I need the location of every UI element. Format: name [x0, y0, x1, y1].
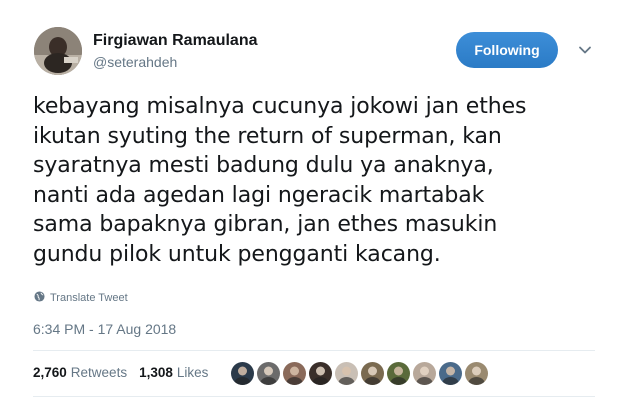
author-avatar-image — [34, 27, 82, 75]
liker-avatar[interactable] — [309, 362, 332, 385]
liker-avatar[interactable] — [283, 362, 306, 385]
retweets-count: 2,760 — [33, 365, 67, 380]
likes-count: 1,308 — [139, 365, 173, 380]
retweets-label: Retweets — [70, 365, 128, 380]
tweet-card: Firgiawan Ramaulana @seterahdeh Followin… — [0, 0, 630, 406]
retweets-stat[interactable]: 2,760 Retweets — [33, 365, 127, 380]
tweet-text: kebayang misalnya cucunya jokowi jan eth… — [33, 94, 527, 267]
engagement-stats: 2,760 Retweets 1,308 Likes — [33, 365, 208, 380]
liker-avatar[interactable] — [335, 362, 358, 385]
liker-avatar[interactable] — [231, 362, 254, 385]
chevron-down-icon[interactable] — [577, 42, 593, 58]
author-display-name[interactable]: Firgiawan Ramaulana — [93, 31, 258, 51]
divider — [33, 350, 595, 351]
liker-avatars — [231, 362, 488, 385]
liker-avatar[interactable] — [387, 362, 410, 385]
liker-avatar[interactable] — [465, 362, 488, 385]
translate-tweet-link[interactable]: Translate Tweet — [34, 291, 128, 305]
author-avatar[interactable] — [34, 27, 82, 75]
divider — [33, 396, 595, 397]
author-handle[interactable]: @seterahdeh — [93, 53, 177, 71]
translate-tweet-label: Translate Tweet — [50, 292, 128, 304]
likes-stat[interactable]: 1,308 Likes — [139, 365, 208, 380]
liker-avatar[interactable] — [361, 362, 384, 385]
liker-avatar[interactable] — [439, 362, 462, 385]
globe-icon — [34, 291, 45, 305]
liker-avatar[interactable] — [413, 362, 436, 385]
liker-avatar[interactable] — [257, 362, 280, 385]
tweet-timestamp[interactable]: 6:34 PM - 17 Aug 2018 — [33, 321, 176, 337]
following-button[interactable]: Following — [456, 32, 558, 68]
likes-label: Likes — [176, 365, 209, 380]
